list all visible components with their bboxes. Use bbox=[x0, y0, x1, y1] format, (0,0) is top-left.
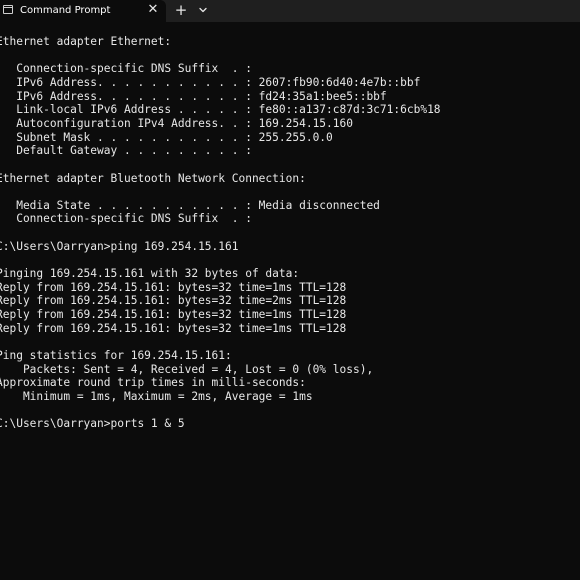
plus-icon[interactable]: + bbox=[173, 2, 189, 18]
terminal-icon bbox=[3, 5, 13, 14]
tab-title: Command Prompt bbox=[20, 5, 111, 16]
console-line: Reply from 169.254.15.161: bytes=32 time… bbox=[0, 280, 347, 294]
console-line: Link-local IPv6 Address . . . . . : fe80… bbox=[0, 103, 441, 117]
console-output[interactable]: Ethernet adapter Ethernet: Connection-sp… bbox=[0, 35, 580, 580]
console-line: Connection-specific DNS Suffix . : bbox=[0, 212, 252, 226]
console-line: Reply from 169.254.15.161: bytes=32 time… bbox=[0, 308, 347, 321]
console-line: Approximate round trip times in milli-se… bbox=[0, 376, 306, 390]
console-line: Autoconfiguration IPv4 Address. . : 169.… bbox=[0, 116, 353, 130]
console-line: Reply from 169.254.15.161: bytes=32 time… bbox=[0, 294, 347, 308]
console-line: Media State . . . . . . . . . . . : Medi… bbox=[0, 198, 380, 212]
console-line: Ethernet adapter Ethernet: bbox=[0, 35, 172, 48]
close-icon[interactable]: ✕ bbox=[146, 3, 160, 17]
console-line: Connection-specific DNS Suffix . : bbox=[0, 62, 252, 76]
console-line: Ethernet adapter Bluetooth Network Conne… bbox=[0, 171, 306, 185]
terminal-window: Command Prompt ✕ + Ethernet adapter Ethe… bbox=[0, 0, 580, 580]
tab-bar: Command Prompt ✕ + bbox=[0, 0, 580, 22]
console-line: Pinging 169.254.15.161 with 32 bytes of … bbox=[0, 267, 300, 281]
chevron-down-icon[interactable] bbox=[196, 3, 210, 17]
console-line: Default Gateway . . . . . . . . . : bbox=[0, 144, 252, 158]
console-line: IPv6 Address. . . . . . . . . . . : fd24… bbox=[0, 89, 387, 103]
tab-command-prompt[interactable]: Command Prompt ✕ bbox=[0, 0, 166, 22]
console-line: Ping statistics for 169.254.15.161: bbox=[0, 348, 232, 362]
console-line: IPv6 Address. . . . . . . . . . . : 2607… bbox=[0, 75, 421, 89]
console-line: Packets: Sent = 4, Received = 4, Lost = … bbox=[0, 362, 374, 376]
console-line: Minimum = 1ms, Maximum = 2ms, Average = … bbox=[0, 389, 313, 403]
console-line: C:\Users\Oarryan>ports 1 & 5 bbox=[0, 417, 185, 431]
console-line: Subnet Mask . . . . . . . . . . . : 255.… bbox=[0, 130, 333, 144]
console-line: Reply from 169.254.15.161: bytes=32 time… bbox=[0, 321, 347, 335]
console-line: C:\Users\Oarryan>ping 169.254.15.161 bbox=[0, 239, 239, 253]
